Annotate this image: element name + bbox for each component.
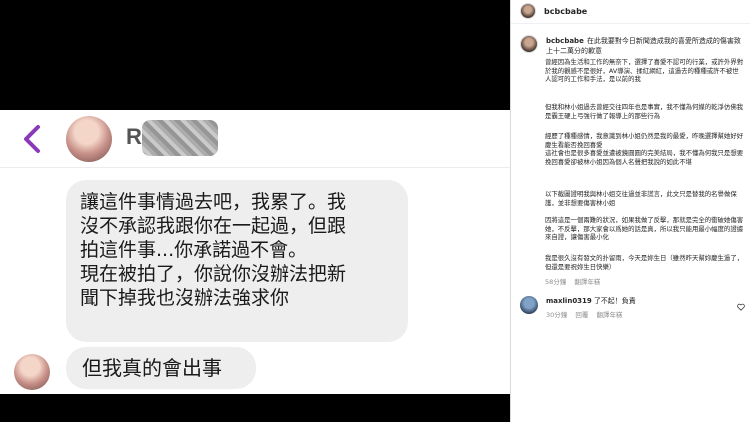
message-line: 讓這件事情過去吧，我累了。我 — [80, 191, 347, 213]
caption-paragraph: 以下截圖證明我與林小姐交往過並非謊言，此文只是替我的名譽做保護，並非想要傷害林小… — [545, 190, 737, 207]
chat-screenshot: R 讓這件事情過去吧，我累了。我 沒不承認我跟你在一起過，但跟 拍這件事...你… — [0, 110, 510, 394]
sender-avatar — [14, 354, 50, 390]
message-line: 聞下掉我也沒辦法強求你 — [80, 287, 290, 309]
caption-meta: 58分鐘 翻譯年糕 — [545, 276, 606, 286]
caption-username[interactable]: bcbcbabe — [546, 37, 584, 45]
caption-paragraph: 經歷了種種感情，我意識到林小姐仍然是我的最愛，昨晚選擇幫她好好慶生看能否挽回喜愛… — [545, 132, 744, 166]
caption-intro: bcbcbabe 在此我要對今日新聞造成我的喜愛所造成的傷害致上十二萬分的歉意 — [546, 36, 744, 56]
comment-translate-link[interactable]: 翻譯年糕 — [596, 311, 622, 319]
chat-header: R — [0, 110, 510, 168]
comment-timestamp: 30分鐘 — [546, 311, 568, 319]
contact-avatar — [66, 116, 112, 162]
contact-name-initial: R — [126, 124, 142, 149]
contact-name-redacted — [142, 120, 218, 156]
caption-paragraph: 曾經因為生活和工作的無奈下，選擇了喜愛不認可的行業，或許外界對於我的觀感不是很好… — [545, 58, 744, 84]
comment-meta: 30分鐘 回覆 翻譯年糕 — [546, 309, 628, 319]
post-side-panel: bcbcbabe bcbcbabe 在此我要對今日新聞造成我的喜愛所造成的傷害致上… — [510, 0, 750, 422]
caption-paragraph: 因將這是一個兩難的狀況，如果我做了反擊，那就是完全的衝破她傷害她，不反擊，那大家… — [545, 216, 744, 242]
like-heart-icon[interactable] — [737, 296, 745, 311]
caption-avatar[interactable] — [520, 35, 538, 53]
caption-timestamp: 58分鐘 — [545, 278, 567, 286]
owner-username[interactable]: bcbcbabe — [544, 7, 587, 16]
caption-paragraph: 但我和林小姐過去曾經交往四年也是事實，我不懂為何媒的乾淨仿佛我是霸王硬上弓強行做… — [545, 103, 744, 120]
caption-paragraph: 我是很久沒有發文的扑留雨，今天是妳生日（雖然昨天幫妳慶生過了，但還是要祝妳生日快… — [545, 254, 744, 271]
comment-body: 了不起！負責 — [593, 297, 636, 305]
message-line: 拍這件事...你承諾過不會。 — [80, 239, 308, 261]
comment: maxlin0319 了不起！負責 — [546, 296, 636, 306]
message-line: 沒不承認我跟你在一起過，但跟 — [80, 215, 347, 237]
message-line: 現在被拍了，你說你沒辦法把新 — [80, 263, 347, 285]
chat-message-bubble: 讓這件事情過去吧，我累了。我 沒不承認我跟你在一起過，但跟 拍這件事...你承諾… — [66, 180, 408, 342]
caption-translate-link[interactable]: 翻譯年糕 — [574, 278, 600, 286]
commenter-avatar[interactable] — [520, 296, 538, 314]
post-media: R 讓這件事情過去吧，我累了。我 沒不承認我跟你在一起過，但跟 拍這件事...你… — [0, 0, 510, 422]
owner-avatar[interactable] — [520, 3, 536, 19]
post-header: bcbcbabe — [511, 0, 750, 24]
chat-message-bubble: 但我真的會出事 — [66, 347, 256, 389]
comment-username[interactable]: maxlin0319 — [546, 297, 592, 305]
comment-reply-link[interactable]: 回覆 — [575, 311, 588, 319]
back-chevron-icon[interactable] — [18, 121, 46, 157]
